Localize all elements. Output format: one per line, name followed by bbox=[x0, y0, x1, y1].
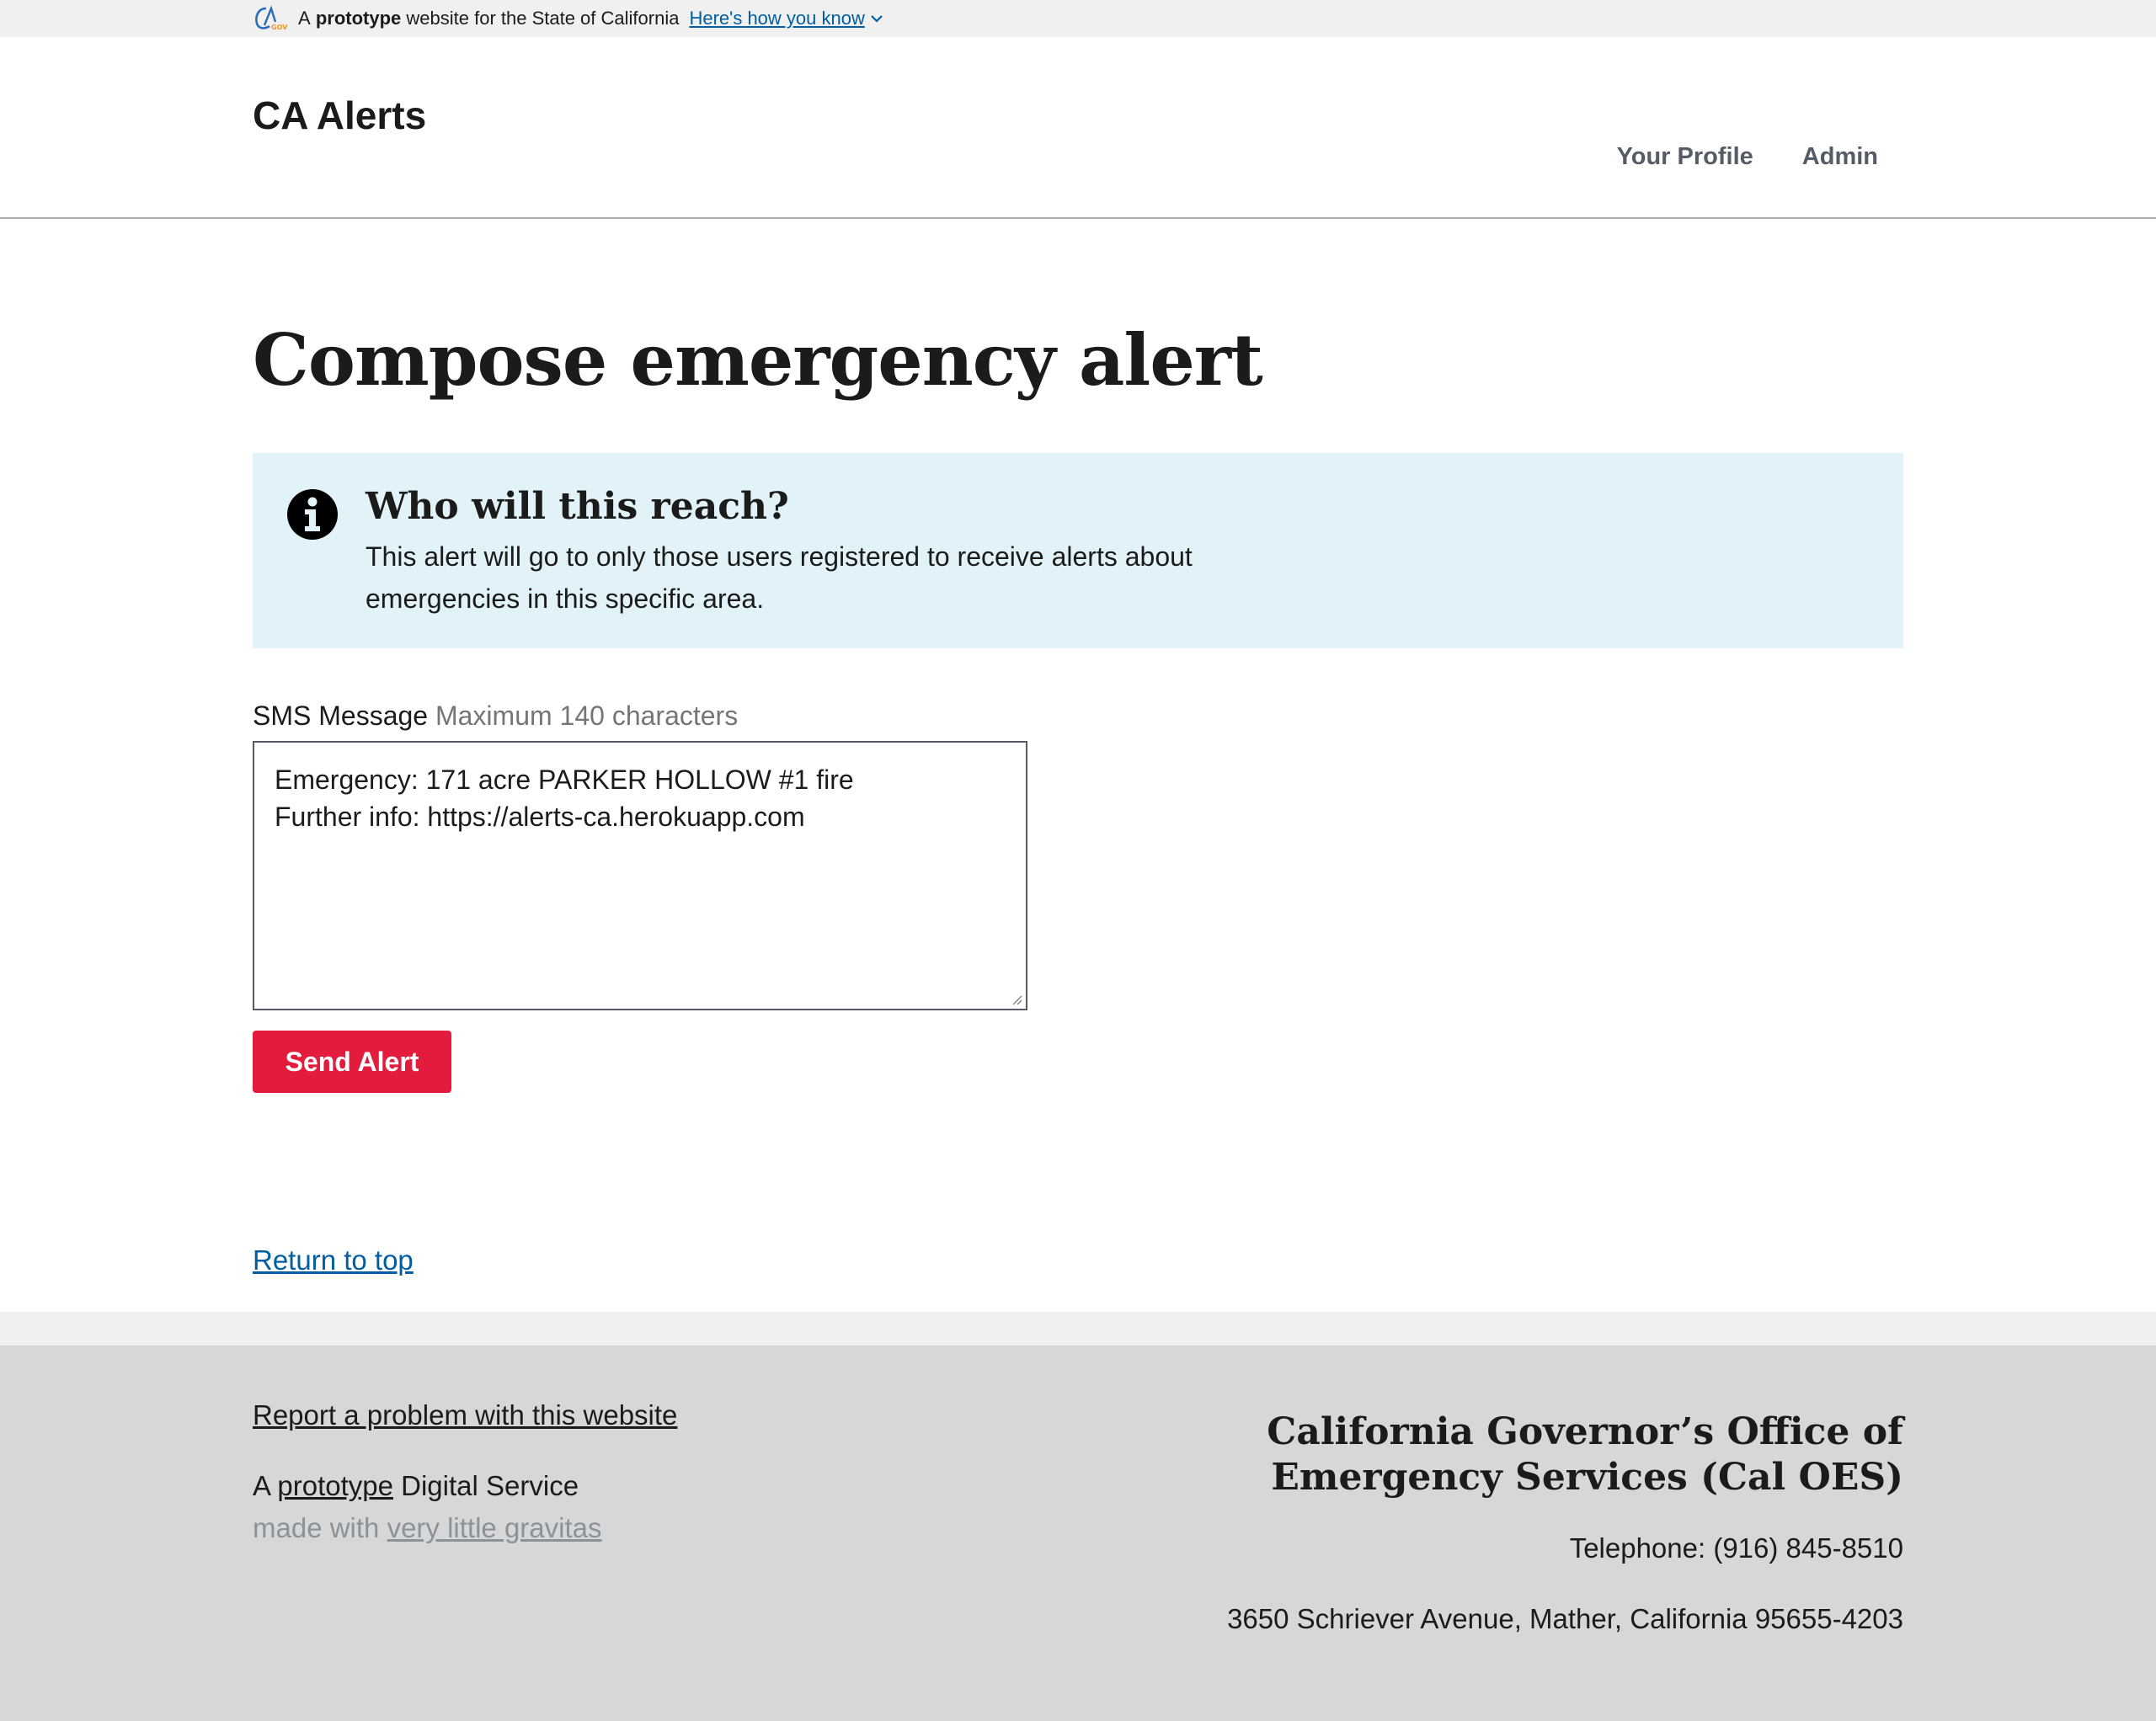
how-you-know-label: Here's how you know bbox=[689, 8, 865, 29]
footer-divider-strip bbox=[0, 1312, 2156, 1345]
sms-message-textarea[interactable]: Emergency: 171 acre PARKER HOLLOW #1 fir… bbox=[253, 741, 1027, 1010]
telephone: Telephone: (916) 845-8510 bbox=[1569, 1532, 1903, 1564]
sms-line-1: Emergency: 171 acre PARKER HOLLOW #1 fir… bbox=[275, 765, 854, 795]
primary-nav: Your Profile Admin bbox=[1617, 143, 1878, 171]
prototype-line: A prototype Digital Service bbox=[253, 1470, 579, 1502]
sms-line-2: Further info: https://alerts-ca.herokuap… bbox=[275, 802, 805, 832]
info-icon bbox=[286, 488, 339, 541]
nav-your-profile[interactable]: Your Profile bbox=[1617, 143, 1753, 171]
report-problem-link[interactable]: Report a problem with this website bbox=[253, 1399, 677, 1431]
gov-banner-bold: prototype bbox=[315, 8, 402, 29]
prototype-link[interactable]: prototype bbox=[277, 1470, 393, 1501]
agency-line-1: California Governor’s Office of bbox=[1267, 1410, 1903, 1453]
alert-heading: Who will this reach? bbox=[366, 485, 789, 528]
return-to-top-link[interactable]: Return to top bbox=[253, 1244, 414, 1276]
chevron-down-icon bbox=[868, 10, 885, 27]
ca-gov-logo-icon: GOV bbox=[253, 3, 288, 34]
sms-label-hint: Maximum 140 characters bbox=[435, 701, 739, 731]
gov-banner: GOV A prototype website for the State of… bbox=[0, 0, 2156, 37]
made-with-line: made with very little gravitas bbox=[253, 1512, 602, 1544]
site-title[interactable]: CA Alerts bbox=[253, 93, 426, 138]
info-alert: Who will this reach? This alert will go … bbox=[253, 453, 1903, 648]
gov-banner-prefix: A bbox=[298, 8, 311, 29]
gov-banner-text: website for the State of California bbox=[406, 8, 680, 29]
agency-name: California Governor’s Office of Emergenc… bbox=[1267, 1409, 1903, 1500]
alert-body: This alert will go to only those users r… bbox=[366, 541, 1193, 614]
made-prefix: made with bbox=[253, 1512, 380, 1543]
resize-handle-icon[interactable] bbox=[1011, 994, 1022, 1005]
site-footer: Report a problem with this website A pro… bbox=[0, 1345, 2156, 1721]
how-you-know-link[interactable]: Here's how you know bbox=[689, 8, 884, 29]
nav-admin[interactable]: Admin bbox=[1802, 143, 1878, 171]
page-title: Compose emergency alert bbox=[253, 318, 1263, 402]
proto-prefix: A bbox=[253, 1470, 270, 1501]
svg-text:GOV: GOV bbox=[271, 24, 288, 31]
gravitas-link[interactable]: very little gravitas bbox=[387, 1512, 602, 1543]
sms-label-text: SMS Message bbox=[253, 701, 429, 731]
send-alert-button[interactable]: Send Alert bbox=[253, 1031, 451, 1093]
agency-line-2: Emergency Services (Cal OES) bbox=[1271, 1456, 1903, 1499]
address: 3650 Schriever Avenue, Mather, Californi… bbox=[1227, 1603, 1903, 1634]
sms-message-label: SMS Message Maximum 140 characters bbox=[253, 701, 738, 732]
proto-suffix: Digital Service bbox=[401, 1470, 579, 1501]
